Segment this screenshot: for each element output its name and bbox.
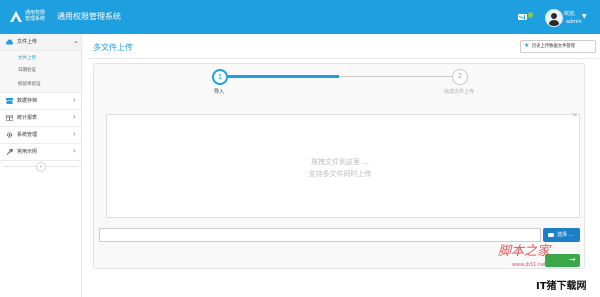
watermark-jb51-url: www.jb51.net [512,262,547,268]
user-greeting: 欢迎, [564,11,576,17]
chevron-right-icon: › [73,147,76,155]
app-title: 通用权限管理系统 [57,12,121,21]
step-1-label: 导入 [214,89,225,95]
dropzone-instruction: 拖拽文件到这里 ... [311,158,369,166]
step-progress-done [228,75,339,78]
sidebar-item-statistics[interactable]: 统计报表 › [0,110,81,127]
star-icon: ★ [524,42,530,49]
watermark-site: IT猪下载网 [536,281,587,292]
logo-text: 通用权限 管理系统 [25,10,47,22]
page-title: 多文件上传 [93,43,133,52]
chevron-down-icon: ⌄ [73,37,79,45]
sidebar-item-label: 数据存档 [17,98,38,104]
sidebar-subitem-label: 文件上传 [18,56,36,61]
step-1-circle: 1 [212,69,228,85]
title-divider [88,58,598,59]
next-step-button[interactable]: → [545,254,580,267]
sidebar-subitem-label: 校验单验证 [18,82,41,87]
archive-icon [6,98,13,104]
file-caption-input[interactable] [99,228,541,242]
table-icon [6,115,13,121]
wrench-icon [6,149,13,155]
step-2-label: 完成文件上传 [444,89,475,95]
sidebar-item-label: 统计报表 [17,115,38,121]
top-navbar: 通用权限 管理系统 通用权限管理系统 欢迎, admin ▼ [0,0,600,34]
sidebar-item-label: 文件上传 [17,39,38,45]
history-files-button[interactable]: ★ 历史上传数据文件管理 [520,40,596,53]
mail-icon[interactable] [518,14,527,20]
sidebar-item-data-archive[interactable]: 数据存档 › [0,93,81,110]
browse-button-label: 选择 ... [557,232,574,238]
dropzone-hint: 支持多文件同时上传 [308,170,372,178]
chevron-down-icon[interactable]: ▼ [582,13,587,20]
history-files-button-label: 历史上传数据文件管理 [532,44,575,49]
step-progress-remaining [339,76,452,77]
watermark-jb51: 脚本之家 [498,244,551,259]
cloud-upload-icon [6,39,13,45]
sidebar-item-system[interactable]: 系统管理 › [0,127,81,144]
user-name[interactable]: admin [566,19,582,25]
step-2-circle: 2 [452,69,468,85]
sidebar-item-label: 常用示例 [17,149,38,155]
logo-line-2: 管理系统 [25,16,46,22]
folder-open-icon [548,233,554,237]
sidebar-item-label: 系统管理 [17,132,38,138]
avatar[interactable] [545,9,563,27]
logo-icon [10,11,22,22]
arrow-right-icon: → [569,255,576,264]
sidebar-subitem-form-validation[interactable]: 校验单验证 [0,77,81,93]
browse-button[interactable]: 选择 ... [543,228,580,242]
sidebar-subitem-label: 日期验证 [18,68,36,73]
gear-icon [6,132,13,138]
chevron-right-icon: › [73,130,76,138]
sidebar-item-file-upload[interactable]: 文件上传 ⌄ [0,34,81,51]
close-icon[interactable]: × [572,111,578,119]
notification-badge[interactable] [528,12,533,18]
chevron-right-icon: › [73,96,76,104]
chevron-right-icon: › [73,113,76,121]
